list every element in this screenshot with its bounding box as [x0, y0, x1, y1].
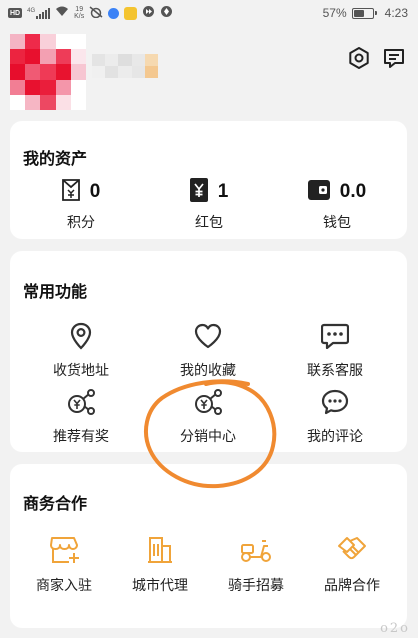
- avatar[interactable]: [10, 34, 86, 110]
- red-packet-icon: [189, 178, 208, 206]
- points-value: 0: [89, 181, 101, 202]
- shield-app-icon: [108, 7, 120, 19]
- merchant-join-label: 商家入驻: [36, 578, 92, 594]
- nfc-icon: [142, 5, 155, 21]
- assets-card: 我的资产 0 积分 1 红包 0.0 钱包: [10, 121, 407, 239]
- network-speed: 19 K/s: [74, 6, 85, 20]
- address-label: 收货地址: [53, 363, 109, 379]
- favorites-label: 我的收藏: [180, 363, 236, 379]
- comment-icon: [320, 387, 350, 417]
- wallet-value: 0.0: [339, 181, 367, 202]
- distribution-center-item[interactable]: 分销中心: [153, 387, 263, 446]
- rider-recruit-item[interactable]: 骑手招募: [208, 534, 304, 595]
- signal-icon: 4G: [27, 7, 51, 19]
- wallet-item[interactable]: 0.0 钱包: [302, 179, 372, 232]
- business-title: 商务合作: [23, 494, 88, 513]
- red-packet-item[interactable]: 1 红包: [178, 178, 240, 232]
- brand-cooperation-item[interactable]: 品牌合作: [304, 534, 400, 595]
- heart-icon: [193, 321, 223, 351]
- city-agent-item[interactable]: 城市代理: [112, 534, 208, 595]
- username: [92, 54, 158, 78]
- merchant-join-item[interactable]: 商家入驻: [16, 534, 112, 595]
- city-agent-label: 城市代理: [132, 578, 188, 594]
- wifi-icon: [55, 6, 69, 20]
- store-add-icon: [48, 534, 80, 566]
- red-packet-label: 红包: [195, 215, 223, 231]
- chat-bubble-icon: [382, 46, 406, 74]
- city-building-icon: [144, 534, 176, 566]
- share-yuan-icon: [193, 387, 223, 417]
- clock: 4:23: [384, 6, 408, 20]
- share-yuan-icon: [66, 387, 96, 417]
- gear-icon: [347, 46, 371, 74]
- handshake-icon: [336, 534, 368, 566]
- alarm-off-icon: [89, 5, 103, 21]
- customer-service-item[interactable]: 联系客服: [280, 321, 390, 380]
- red-packet-value: 1: [217, 181, 229, 202]
- brand-cooperation-label: 品牌合作: [324, 578, 380, 594]
- location-pin-icon: [66, 321, 96, 351]
- scooter-icon: [240, 534, 272, 566]
- customer-service-icon: [320, 321, 350, 351]
- points-icon: [61, 179, 80, 205]
- settings-button[interactable]: [345, 46, 373, 74]
- battery-percent: 57%: [322, 6, 347, 20]
- points-item[interactable]: 0 积分: [50, 179, 112, 232]
- assets-title: 我的资产: [23, 149, 88, 168]
- address-item[interactable]: 收货地址: [26, 321, 136, 380]
- points-label: 积分: [67, 215, 95, 231]
- network-gen-label: 4G: [27, 7, 36, 14]
- battery-icon: [351, 7, 377, 19]
- distribution-center-label: 分销中心: [180, 429, 236, 445]
- status-bar: HD 4G 19 K/s 57% 4:23: [0, 0, 418, 26]
- functions-title: 常用功能: [23, 282, 88, 301]
- business-card: 商务合作 商家入驻 城市代理 骑手招募 品牌合作: [10, 464, 407, 628]
- functions-card: 常用功能 收货地址 我的收藏 联系客服 推荐有奖 分销中心 我的评论: [10, 251, 407, 452]
- profile-header: [0, 26, 418, 116]
- referral-item[interactable]: 推荐有奖: [26, 387, 136, 446]
- rider-recruit-label: 骑手招募: [228, 578, 284, 594]
- customer-service-label: 联系客服: [307, 363, 363, 379]
- my-comments-label: 我的评论: [307, 429, 363, 445]
- favorites-item[interactable]: 我的收藏: [153, 321, 263, 380]
- wallet-icon: [307, 180, 330, 204]
- watermark: o2o: [380, 621, 410, 636]
- app-badge-icon: [160, 5, 173, 21]
- message-button[interactable]: [380, 46, 408, 74]
- app-notification-icon: [124, 6, 138, 20]
- hd-icon: HD: [8, 8, 23, 18]
- my-comments-item[interactable]: 我的评论: [280, 387, 390, 446]
- referral-label: 推荐有奖: [53, 429, 109, 445]
- wallet-label: 钱包: [323, 215, 351, 231]
